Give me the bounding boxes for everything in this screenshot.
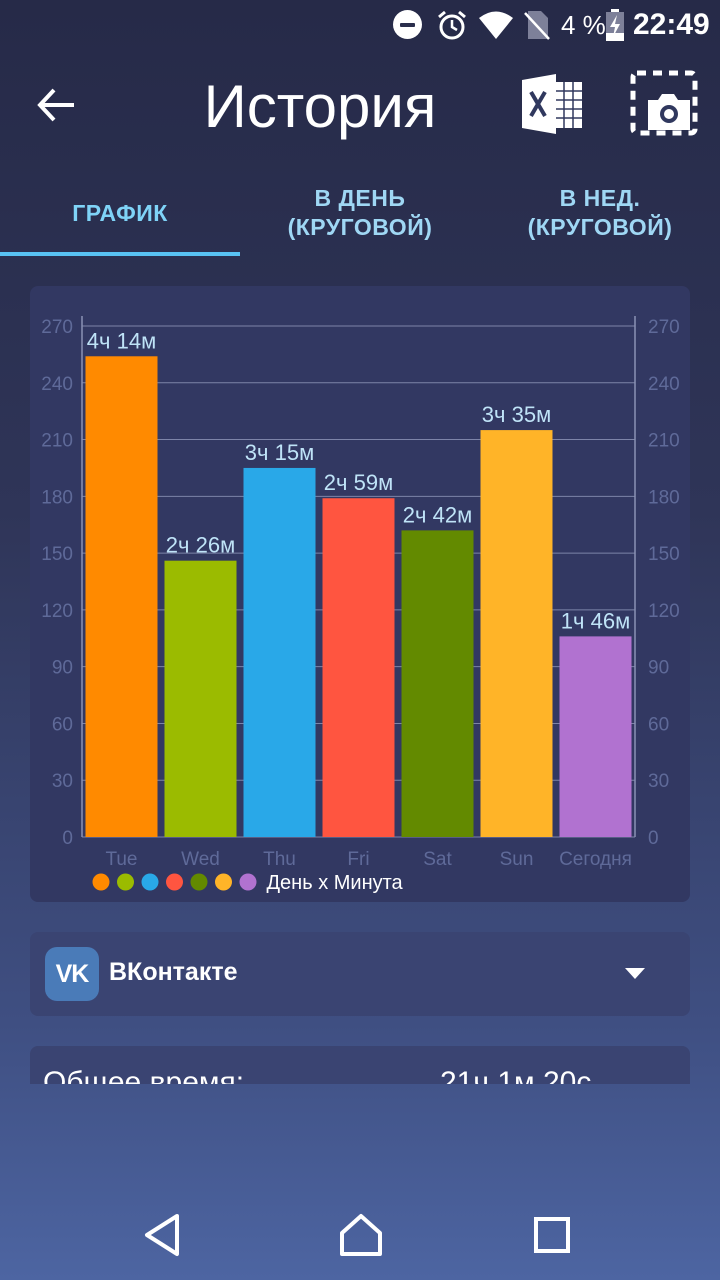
bar-data-label: 3ч 15м (245, 440, 314, 465)
app-name: ВКонтакте (109, 958, 238, 986)
x-tick-label: Sun (500, 849, 534, 870)
chevron-down-icon[interactable] (625, 968, 645, 979)
y-tick-label-left: 210 (41, 431, 73, 452)
y-tick-label-left: 60 (52, 714, 73, 735)
total-time-label: Общее время: (43, 1066, 245, 1084)
y-tick-label-right: 240 (648, 374, 680, 395)
totals-card: Общее время: 21ч 1м 20с (30, 1046, 690, 1084)
vk-logo-text: VK (55, 960, 90, 988)
legend-swatch (215, 873, 232, 891)
total-time-value: 21ч 1м 20с (440, 1066, 592, 1084)
y-tick-label-left: 30 (52, 771, 73, 792)
y-tick-label-right: 60 (648, 714, 669, 735)
app-bar: История (0, 50, 720, 170)
y-tick-label-right: 210 (648, 431, 680, 452)
battery-charging-icon (606, 9, 624, 41)
system-nav-bar (0, 1180, 720, 1280)
bar-wed (164, 560, 237, 837)
bar-data-label: 3ч 35м (482, 402, 551, 427)
bar-сегодня (559, 636, 632, 837)
y-tick-label-left: 180 (41, 487, 73, 508)
bar-sun (480, 430, 553, 837)
y-tick-label-right: 0 (648, 828, 659, 849)
legend-swatch (92, 873, 110, 891)
legend-swatch (190, 873, 208, 891)
battery-percent: 4 % (561, 10, 606, 40)
bar-data-label: 4ч 14м (87, 328, 156, 353)
legend-label: День x Минута (267, 872, 404, 894)
chart-card: 0 0 30 30 60 60 90 90 120 120 150 150 180 180 210 210 24… (30, 286, 690, 902)
bar-fri (322, 498, 395, 837)
y-tick-label-left: 90 (52, 658, 73, 679)
x-tick-label: Thu (263, 849, 296, 870)
y-tick-label-right: 90 (648, 658, 669, 679)
tab-bar: ГРАФИК В ДЕНЬ (КРУГОВОЙ) В НЕД. (КРУГОВО… (0, 170, 720, 256)
bar-data-label: 1ч 46м (561, 608, 630, 633)
recents-icon[interactable] (527, 1210, 577, 1260)
tab-indicator (0, 252, 240, 256)
bar-data-label: 2ч 42м (403, 502, 472, 527)
y-tick-label-right: 270 (648, 317, 680, 338)
x-tick-label: Fri (347, 849, 369, 870)
home-icon[interactable] (336, 1210, 386, 1260)
x-tick-label: Сегодня (559, 849, 632, 870)
do-not-disturb-icon (393, 10, 422, 39)
alarm-icon (438, 10, 466, 40)
app-selector[interactable]: VK ВКонтакте (30, 932, 690, 1016)
excel-export-icon[interactable] (520, 74, 584, 134)
y-tick-label-right: 150 (648, 544, 680, 565)
clock: 22:49 (633, 8, 710, 41)
x-tick-label: Wed (181, 849, 220, 870)
bar-data-label: 2ч 59м (324, 470, 393, 495)
wifi-icon (479, 11, 513, 39)
bar-tue (85, 356, 158, 837)
x-tick-label: Sat (423, 849, 452, 870)
y-tick-label-left: 0 (62, 828, 73, 849)
back-triangle-icon[interactable] (137, 1210, 187, 1260)
tab-weekly-pie[interactable]: В НЕД. (КРУГОВОЙ) (480, 170, 720, 256)
status-bar: 4 % 22:49 (0, 0, 720, 50)
bar-data-label: 2ч 26м (166, 533, 235, 558)
y-tick-label-left: 240 (41, 374, 73, 395)
vk-app-icon: VK (45, 947, 99, 1001)
legend-swatch (117, 873, 134, 891)
screenshot-icon[interactable] (630, 70, 698, 136)
tab-daily-pie[interactable]: В ДЕНЬ (КРУГОВОЙ) (240, 170, 480, 256)
tab-chart[interactable]: ГРАФИК (0, 170, 240, 256)
y-tick-label-left: 120 (41, 601, 73, 622)
x-tick-label: Tue (105, 849, 137, 870)
y-tick-label-left: 270 (41, 317, 73, 338)
legend-swatch (239, 873, 257, 891)
bar-thu (243, 467, 316, 837)
bar-sat (401, 530, 474, 837)
legend-swatch (166, 873, 183, 891)
y-tick-label-right: 180 (648, 487, 680, 508)
y-tick-label-left: 150 (41, 544, 73, 565)
no-sim-icon (524, 11, 550, 40)
y-tick-label-right: 120 (648, 601, 680, 622)
y-tick-label-right: 30 (648, 771, 669, 792)
legend-swatch (141, 873, 159, 891)
usage-bar-chart: 0 0 30 30 60 60 90 90 120 120 150 150 180 180 210 210 24… (41, 316, 680, 894)
